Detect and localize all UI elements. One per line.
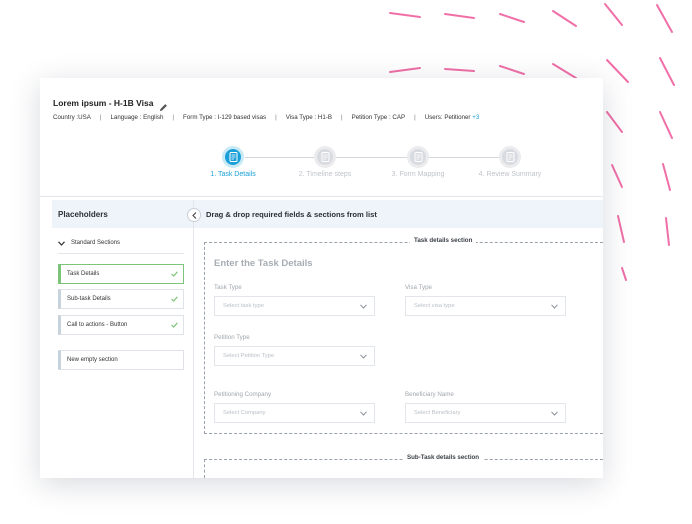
- beneficiary-name-placeholder: Select Beneficiary: [414, 410, 461, 416]
- workflow-editor-card: Lorem ipsum - H-1B Visa Country :USA | L…: [40, 78, 603, 478]
- visa-type-label: Visa Type: [405, 284, 432, 291]
- step-3-label[interactable]: 3. Form Mapping: [392, 171, 445, 178]
- section-item-label: Sub-task Details: [67, 296, 111, 302]
- petition-type-select[interactable]: Select Petition Type: [214, 346, 375, 366]
- step-4-label[interactable]: 4. Review Summary: [479, 171, 542, 178]
- step-2-circle[interactable]: [314, 146, 336, 168]
- check-icon: [171, 322, 178, 328]
- petition-type-placeholder: Select Petition Type: [223, 353, 275, 359]
- new-empty-section-button[interactable]: New empty section: [58, 350, 184, 370]
- petition-type-label: Petition Type: [214, 334, 250, 341]
- task-details-section-label: Task details section: [410, 237, 477, 244]
- visa-type-select[interactable]: Select visa type: [405, 296, 566, 316]
- new-section-label: New empty section: [67, 357, 118, 363]
- canvas-header: Drag & drop required fields & sections f…: [194, 200, 603, 228]
- panel-divider: [193, 200, 194, 478]
- section-item-sub-task-details[interactable]: Sub-task Details: [58, 289, 184, 309]
- document-icon: [506, 152, 514, 162]
- pencil-icon[interactable]: [159, 99, 168, 111]
- meta-separator: |: [275, 114, 277, 121]
- sub-task-section-label: Sub-Task details section: [403, 454, 484, 461]
- section-item-task-details[interactable]: Task Details: [58, 264, 184, 284]
- beneficiary-name-select[interactable]: Select Beneficiary: [405, 403, 566, 423]
- meta-separator: |: [340, 114, 343, 121]
- group-divider: [58, 253, 184, 254]
- placeholders-header: Placeholders: [52, 200, 196, 228]
- meta-petition-type: Petition Type : CAP: [351, 114, 406, 121]
- placeholders-panel: Placeholders Standard Sections Task Deta…: [52, 200, 201, 478]
- check-icon: [171, 296, 178, 302]
- document-icon: [321, 152, 329, 162]
- task-type-placeholder: Select task type: [223, 303, 264, 309]
- visa-meta-row: Country :USA | Language : English | Form…: [53, 114, 590, 121]
- step-2-label[interactable]: 2. Timeline steps: [299, 171, 352, 178]
- document-icon: [414, 152, 422, 162]
- chevron-down-icon: [360, 303, 367, 309]
- step-1-circle[interactable]: [222, 146, 244, 168]
- chevron-down-icon: [360, 353, 367, 359]
- meta-country: Country :USA: [53, 114, 91, 121]
- meta-separator: |: [172, 114, 175, 121]
- step-1-label[interactable]: 1. Task Details: [210, 171, 255, 178]
- petitioning-company-placeholder: Select Company: [223, 410, 266, 416]
- meta-users-more-link[interactable]: +3: [472, 114, 479, 121]
- chevron-down-icon: [551, 410, 558, 416]
- petitioning-company-select[interactable]: Select Company: [214, 403, 375, 423]
- visa-type-placeholder: Select visa type: [414, 303, 455, 309]
- meta-visa-type: Visa Type : H1-B: [285, 114, 332, 121]
- meta-separator: |: [99, 114, 102, 121]
- page-header: Lorem ipsum - H-1B Visa Country :USA | L…: [40, 78, 603, 138]
- chevron-down-icon: [58, 240, 65, 246]
- meta-separator: |: [414, 114, 416, 121]
- stepper-track: [245, 157, 502, 158]
- chevron-down-icon: [360, 410, 367, 416]
- sub-task-drop-zone[interactable]: [204, 459, 205, 478]
- task-type-label: Task Type: [214, 284, 242, 291]
- section-item-label: Task Details: [67, 271, 100, 277]
- petitioning-company-label: Petitioning Company: [214, 391, 272, 398]
- check-icon: [171, 271, 178, 277]
- document-icon: [229, 152, 237, 162]
- task-type-select[interactable]: Select task type: [214, 296, 375, 316]
- beneficiary-name-label: Beneficiary Name: [405, 391, 454, 398]
- chevron-down-icon: [551, 303, 558, 309]
- step-4-circle[interactable]: [499, 146, 521, 168]
- meta-language: Language : English: [110, 114, 164, 121]
- standard-sections-toggle[interactable]: Standard Sections: [58, 240, 120, 246]
- header-divider: [40, 196, 603, 197]
- placeholders-title: Placeholders: [58, 210, 108, 219]
- step-3-circle[interactable]: [407, 146, 429, 168]
- page-title: Lorem ipsum - H-1B Visa: [53, 98, 154, 108]
- section-item-call-to-actions[interactable]: Call to actions - Button: [58, 315, 184, 335]
- section-item-label: Call to actions - Button: [67, 322, 128, 328]
- chevron-left-icon: [191, 211, 196, 219]
- form-title: Enter the Task Details: [214, 258, 313, 269]
- progress-stepper: 1. Task Details 2. Timeline steps 3. For…: [40, 144, 603, 188]
- meta-form-type: Form Type : I-129 based visas: [183, 114, 267, 121]
- meta-users: Users: Petitioner: [424, 114, 471, 121]
- standard-sections-label: Standard Sections: [71, 240, 121, 246]
- collapse-panel-button[interactable]: [187, 208, 201, 222]
- drag-drop-instruction: Drag & drop required fields & sections f…: [206, 210, 377, 219]
